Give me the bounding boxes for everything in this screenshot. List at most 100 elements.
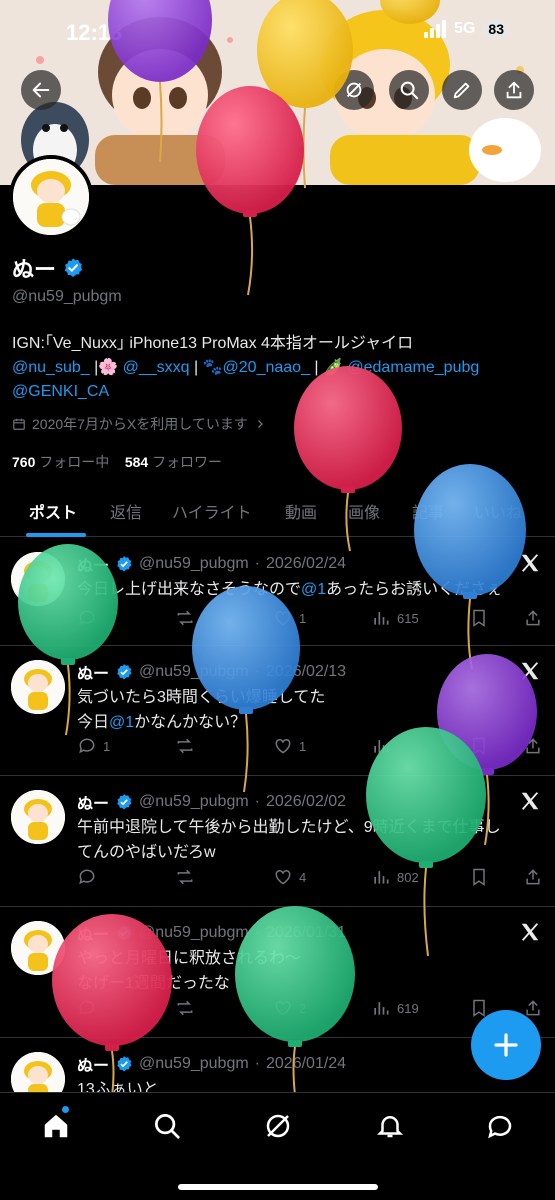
tab-photos[interactable]: 画像 [348,499,380,523]
heart-icon [275,1000,291,1016]
tab-posts[interactable]: ポスト [29,499,77,523]
post-date: 2026/01/24 [266,1055,347,1072]
profile-tabs: ポスト 返信 ハイライト 動画 画像 記事 いいね [0,487,555,537]
post-actions: 1 615 [77,608,547,630]
post-author-name[interactable]: ぬー [77,660,109,684]
bio-mention[interactable]: @edamame_pubg [347,359,479,376]
x-logo-icon [521,792,539,810]
post-author-name[interactable]: ぬー [77,921,109,945]
post-date: 2026/02/24 [266,555,347,572]
repost-icon [177,738,193,754]
reply-icon [79,610,95,626]
share-post-button[interactable] [523,736,543,756]
views-button[interactable]: 615 [371,608,419,628]
views-button[interactable]: 619 [371,998,419,1018]
x-logo-icon [521,662,539,680]
status-time: 12:13 [66,20,123,45]
compose-post-button[interactable] [471,1010,541,1080]
post-meta: ぬー @nu59_pubgm · 2026/01/24 [77,1052,346,1076]
repost-button[interactable] [175,736,201,756]
post-avatar[interactable] [11,660,65,714]
reply-button[interactable]: 1 [77,736,110,756]
post-avatar[interactable] [11,552,65,606]
like-button[interactable]: 4 [273,867,306,887]
tab-highlights[interactable]: ハイライト [172,499,252,523]
grok-button[interactable] [334,70,374,110]
verified-badge-icon [117,925,132,941]
joined-date[interactable]: 2020年7月からXを利用しています [12,414,266,434]
reply-button[interactable] [77,608,103,628]
repost-button[interactable] [175,998,201,1018]
post-author-name[interactable]: ぬー [77,1052,109,1076]
plus-icon [494,1033,518,1057]
bio-mention[interactable]: @GENKI_CA [12,383,109,400]
active-tab-indicator [26,533,86,537]
search-icon[interactable] [152,1111,182,1141]
like-button[interactable]: 2 [273,998,306,1018]
heart-icon [275,869,291,885]
post-item[interactable]: ぬー @nu59_pubgm · 2026/02/13 気づいたら3時間くらい爆… [0,646,555,776]
post-item[interactable]: ぬー @nu59_pubgm · 2026/02/24 今日レ上げ出来なさそうな… [0,538,555,646]
post-item[interactable]: ぬー @nu59_pubgm · 2026/01/31 やっと月曜日に釈放される… [0,907,555,1038]
bio-mention[interactable]: @nu_sub_ [12,359,90,376]
bookmark-button[interactable] [469,867,489,887]
post-author-handle: @nu59_pubgm [139,924,249,941]
views-icon [374,871,389,884]
bookmark-button[interactable] [469,608,489,628]
verified-badge-icon [117,556,132,572]
post-item[interactable]: ぬー @nu59_pubgm · 2026/02/02 午前中退院して午後から出… [0,776,555,907]
views-button[interactable] [371,736,397,756]
post-avatar[interactable] [11,790,65,844]
repost-button[interactable] [175,867,201,887]
joined-text: 2020年7月からXを利用しています [32,416,248,432]
edit-button[interactable] [442,70,482,110]
reply-button[interactable] [77,998,103,1018]
heart-icon [275,610,291,626]
bio-emoji: 🐾 [202,359,223,376]
like-button[interactable]: 1 [273,608,306,628]
share-post-button[interactable] [523,998,543,1018]
post-actions: 4 802 [77,867,547,889]
post-author-name[interactable]: ぬー [77,552,109,576]
grok-icon[interactable] [263,1111,293,1141]
followers-link[interactable]: 584 フォロワー [125,454,222,470]
profile-avatar[interactable] [9,155,93,239]
verified-badge-icon [117,794,132,810]
messages-icon[interactable] [485,1111,515,1141]
tab-articles[interactable]: 記事 [412,499,444,523]
back-arrow-icon [32,82,50,98]
profile-name: ぬー [12,257,57,282]
following-link[interactable]: 760 フォロー中 [12,454,109,470]
post-mention[interactable]: @1 [109,714,134,731]
battery-icon: 83 [483,20,509,38]
post-avatar[interactable] [11,921,65,975]
network-label: 5G [454,20,476,37]
views-button[interactable]: 802 [371,867,419,887]
repost-button[interactable] [175,608,201,628]
tab-likes[interactable]: いいね [474,499,522,523]
bio-mention[interactable]: @__sxxq [123,359,190,376]
follow-stats: 760 フォロー中 584 フォロワー [12,452,222,472]
bookmark-icon [473,868,485,886]
bio-mention[interactable]: @20_naao_ [223,359,310,376]
bookmark-button[interactable] [469,736,489,756]
home-indicator [178,1184,378,1190]
bell-icon[interactable] [375,1111,405,1141]
post-mention[interactable]: @1 [301,581,326,598]
share-post-button[interactable] [523,867,543,887]
reply-icon [79,738,95,754]
post-author-name[interactable]: ぬー [77,790,109,814]
bio-line-2: @nu_sub_ |🌸 @__sxxq | 🐾@20_naao_ | 🫛 @ed… [12,359,480,376]
tab-videos[interactable]: 動画 [285,499,317,523]
share-button[interactable] [494,70,534,110]
like-button[interactable]: 1 [273,736,306,756]
repost-icon [177,1000,193,1016]
tab-replies[interactable]: 返信 [110,499,142,523]
reply-button[interactable] [77,867,103,887]
share-post-button[interactable] [523,608,543,628]
avatar-illustration [13,159,89,235]
post-author-handle: @nu59_pubgm [139,793,249,810]
home-icon[interactable] [41,1111,71,1141]
back-button[interactable] [21,70,61,110]
search-button[interactable] [389,70,429,110]
